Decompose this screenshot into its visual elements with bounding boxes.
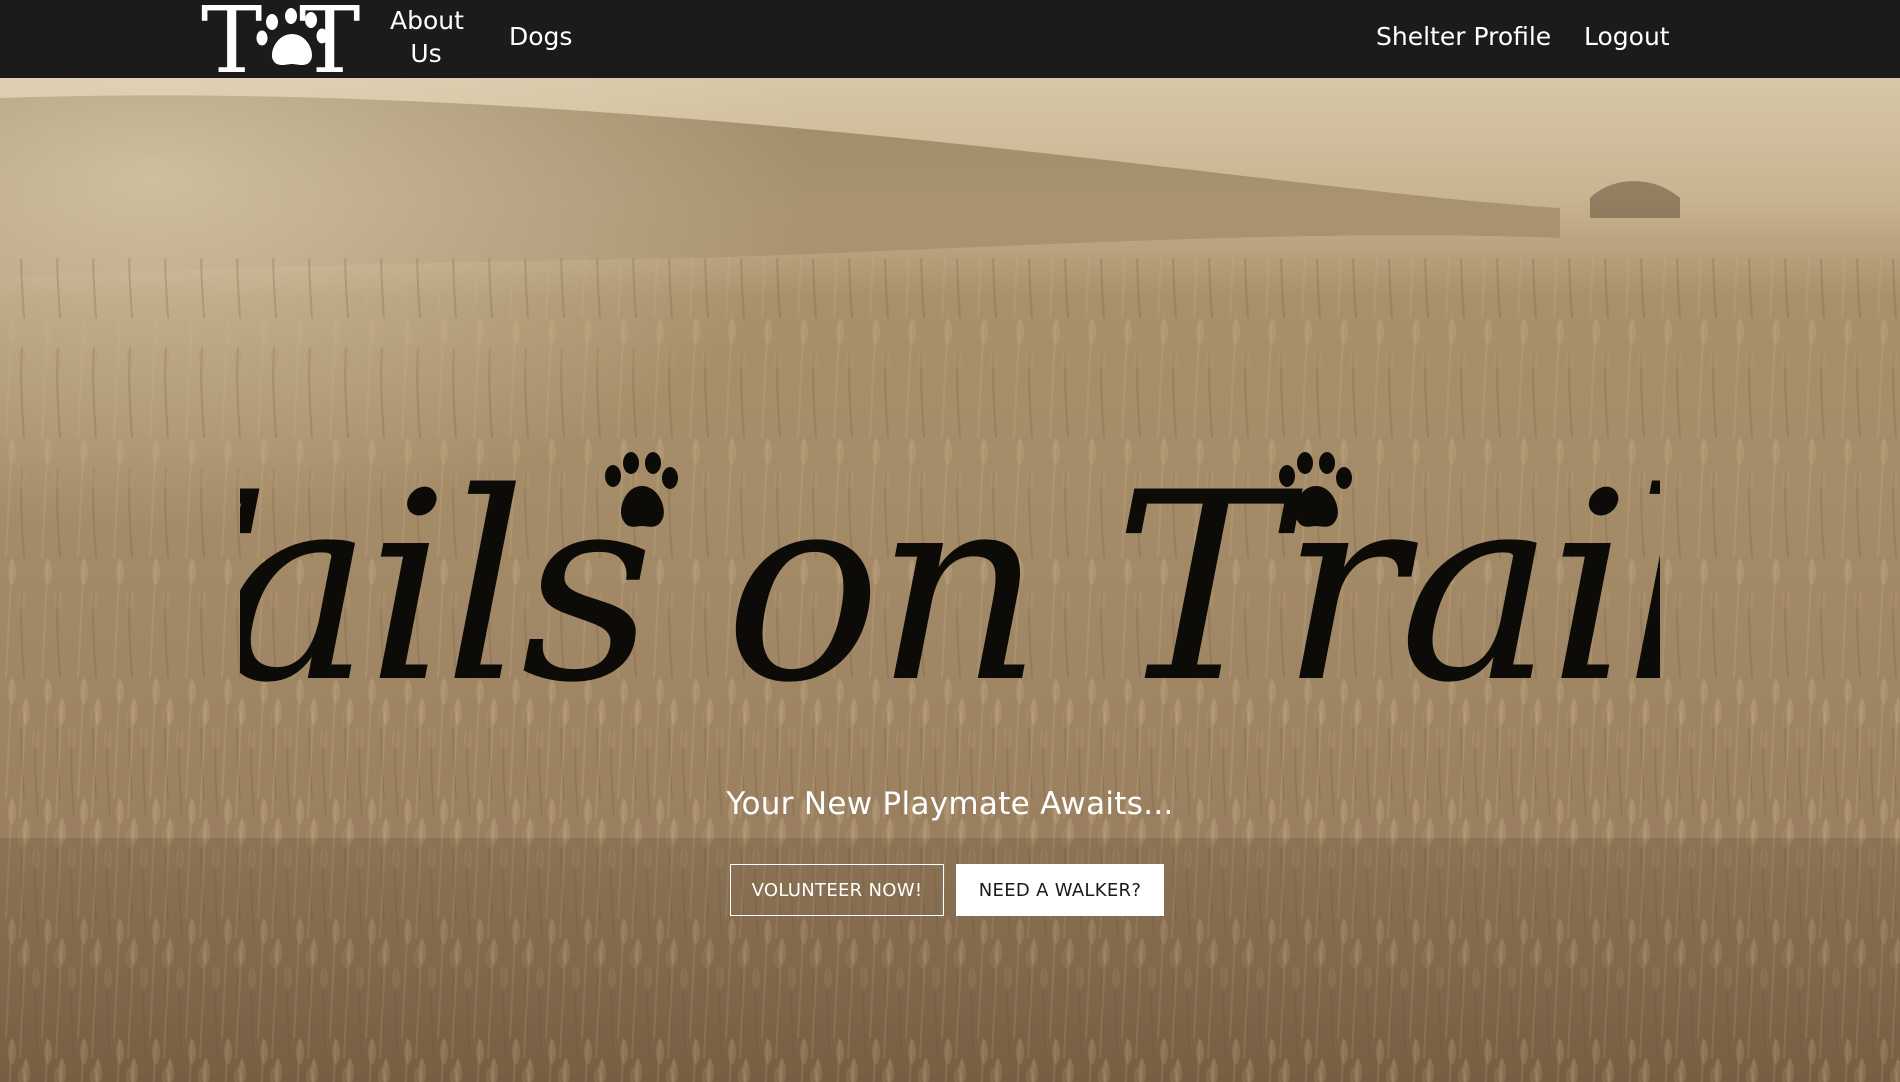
hero-tagline: Your New Playmate Awaits...	[726, 786, 1174, 822]
svg-text:T: T	[299, 0, 360, 78]
need-a-walker-button[interactable]: NEED A WALKER?	[956, 864, 1164, 916]
svg-text:T: T	[201, 0, 262, 78]
top-navbar: T T About Us Dogs Shelter Profile Logout	[0, 0, 1900, 94]
site-logo[interactable]: T T	[199, 0, 385, 94]
volunteer-now-button[interactable]: VOLUNTEER NOW!	[730, 864, 944, 916]
nav-about-us-link[interactable]: About Us	[390, 4, 464, 70]
nav-logout-link[interactable]: Logout	[1584, 21, 1670, 53]
hero-title-text: Tails on Trails	[240, 438, 1660, 740]
hero-title-logo: Tails on Trails	[240, 438, 1660, 740]
nav-shelter-profile-link[interactable]: Shelter Profile	[1376, 21, 1551, 53]
nav-dogs-link[interactable]: Dogs	[509, 21, 572, 53]
logo-paw-icon: T T	[201, 0, 360, 94]
hero-section: Tails on Trails Your New Playmate Awaits…	[0, 78, 1900, 1082]
